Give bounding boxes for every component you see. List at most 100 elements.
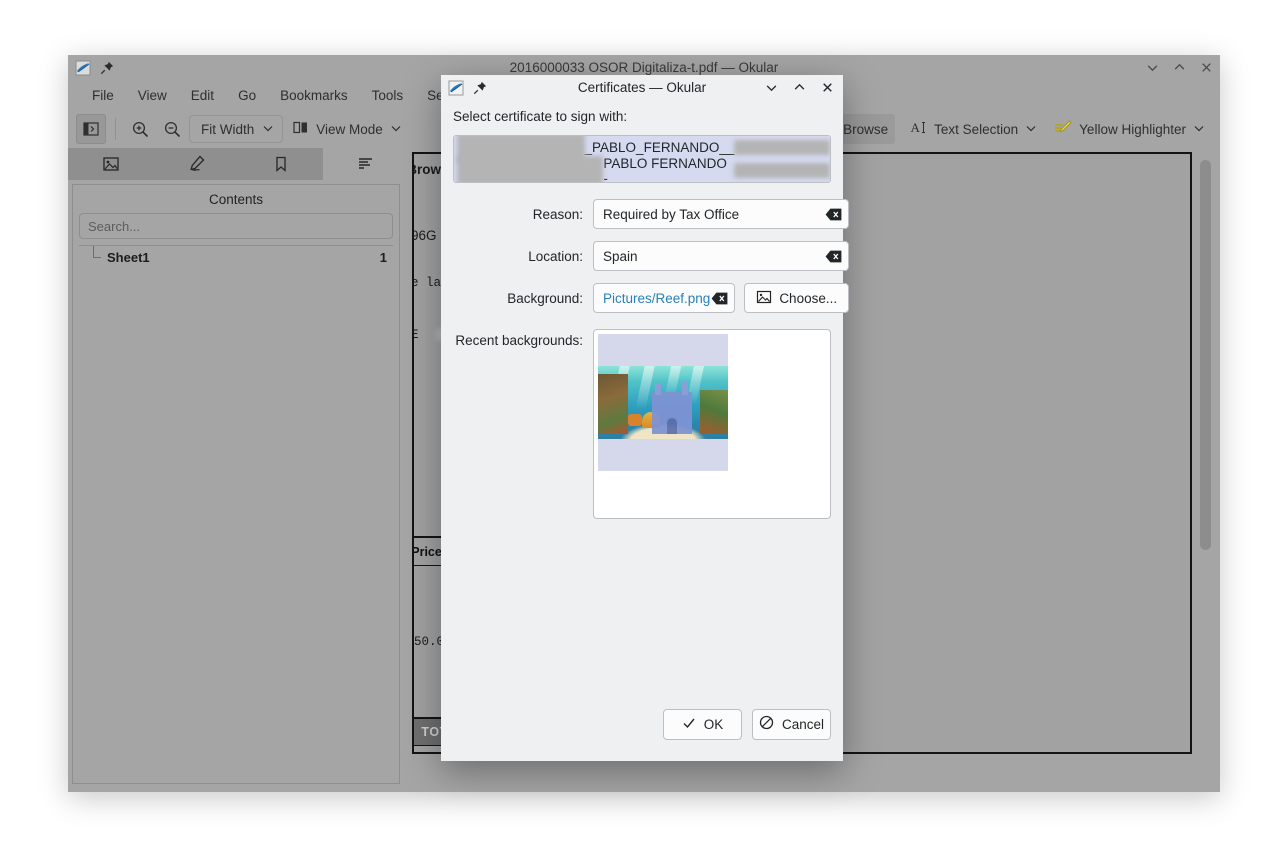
browse-label: Browse	[843, 122, 888, 137]
clear-text-icon[interactable]	[824, 206, 843, 222]
chevron-down-icon	[1193, 122, 1205, 137]
sidebar-tab-annotations[interactable]	[153, 148, 238, 180]
menu-file[interactable]: File	[80, 84, 126, 107]
svg-text:A: A	[911, 120, 921, 135]
recent-backgrounds-list[interactable]	[593, 329, 831, 519]
doc-line-iban: BE	[412, 328, 419, 342]
background-row: Pictures/Reef.png	[593, 283, 849, 313]
ok-button[interactable]: OK	[663, 709, 742, 740]
clear-text-icon[interactable]	[710, 290, 729, 306]
main-window-title: 2016000033 OSOR Digitaliza-t.pdf — Okula…	[68, 60, 1220, 75]
cancel-button-label: Cancel	[782, 717, 824, 732]
close-icon[interactable]	[819, 80, 835, 96]
reason-input[interactable]: Required by Tax Office	[593, 199, 849, 229]
sidebar-search-placeholder: Search...	[88, 219, 140, 234]
ok-button-label: OK	[704, 717, 724, 732]
recent-backgrounds-label: Recent backgrounds:	[453, 329, 583, 519]
text-selection-button[interactable]: A Text Selection	[903, 114, 1044, 144]
chevron-down-icon	[262, 122, 274, 137]
close-icon[interactable]	[1198, 60, 1214, 76]
location-value: Spain	[603, 249, 824, 264]
reef-thumbnail[interactable]	[598, 334, 728, 471]
okular-icon	[447, 79, 465, 97]
main-window-controls	[1144, 55, 1214, 80]
dialog-body: Select certificate to sign with: ███████…	[441, 100, 843, 701]
background-label: Background:	[453, 291, 583, 306]
sidebar: Contents Search... Sheet1 1	[68, 148, 408, 792]
show-sidebar-icon[interactable]	[76, 114, 106, 144]
menu-bookmarks[interactable]: Bookmarks	[268, 84, 360, 107]
maximize-icon[interactable]	[1171, 60, 1187, 76]
doc-line-taxid: 1496G	[412, 228, 437, 243]
contents-panel-title: Contents	[73, 185, 399, 213]
certificate-name: _PABLO_FERNANDO__	[585, 140, 735, 155]
choose-background-button[interactable]: Choose...	[744, 283, 849, 313]
highlighter-button[interactable]: Yellow Highlighter	[1046, 114, 1212, 144]
choose-background-label: Choose...	[779, 291, 837, 306]
minimize-icon[interactable]	[763, 80, 779, 96]
tree-item-page: 1	[380, 250, 387, 265]
select-certificate-prompt: Select certificate to sign with:	[453, 109, 831, 124]
view-mode-icon	[292, 119, 309, 139]
text-selection-icon: A	[910, 119, 927, 139]
reason-value: Required by Tax Office	[603, 207, 824, 222]
sidebar-tabbar	[68, 148, 408, 180]
background-input[interactable]: Pictures/Reef.png	[593, 283, 735, 313]
minimize-icon[interactable]	[1144, 60, 1160, 76]
zoom-out-icon[interactable]	[157, 114, 187, 144]
zoom-level-label: Fit Width	[201, 122, 254, 137]
location-input[interactable]: Spain	[593, 241, 849, 271]
signature-form: Reason: Required by Tax Office Location:…	[453, 199, 831, 313]
zoom-in-icon[interactable]	[125, 114, 155, 144]
pin-icon[interactable]	[471, 79, 489, 97]
menu-tools[interactable]: Tools	[360, 84, 416, 107]
location-label: Location:	[453, 249, 583, 264]
text-selection-label: Text Selection	[934, 122, 1018, 137]
view-mode-button[interactable]: View Mode	[285, 114, 409, 144]
menu-go[interactable]: Go	[226, 84, 268, 107]
chevron-down-icon	[390, 122, 402, 137]
zoom-level-combo[interactable]: Fit Width	[189, 115, 283, 143]
desktop-background: 2016000033 OSOR Digitaliza-t.pdf — Okula…	[0, 0, 1284, 859]
background-value: Pictures/Reef.png	[603, 291, 710, 306]
dialog-buttons: OK Cancel	[441, 701, 843, 761]
certificate-list-item[interactable]: ████████ ███████ PABLO FERNANDO - ██████…	[454, 159, 830, 182]
contents-panel: Contents Search... Sheet1 1	[72, 184, 400, 784]
tree-item-sheet1[interactable]: Sheet1 1	[79, 246, 393, 268]
certificate-name: PABLO FERNANDO -	[603, 156, 734, 184]
image-icon	[756, 289, 772, 308]
chevron-down-icon	[1025, 122, 1037, 137]
toolbar-separator-1	[115, 118, 116, 140]
browse-button[interactable]: Browse	[836, 114, 895, 144]
dialog-titlebar[interactable]: Certificates — Okular	[441, 75, 843, 100]
menu-edit[interactable]: Edit	[179, 84, 226, 107]
reef-thumbnail-image	[598, 366, 728, 439]
check-icon	[682, 716, 696, 733]
certificate-redacted-suffix: ██████████	[734, 140, 830, 155]
highlighter-icon	[1053, 119, 1072, 139]
recent-backgrounds-row: Recent backgrounds:	[453, 329, 831, 519]
certificates-dialog: Certificates — Okular Select certificate…	[441, 75, 843, 761]
menu-view[interactable]: View	[126, 84, 179, 107]
sidebar-tab-thumbnails[interactable]	[68, 148, 153, 180]
view-mode-label: View Mode	[316, 122, 383, 137]
contents-tree: Sheet1 1	[79, 245, 393, 783]
tree-item-label: Sheet1	[107, 250, 380, 265]
okular-icon	[74, 59, 92, 77]
tree-branch-icon	[89, 246, 105, 268]
dialog-window-controls	[763, 75, 835, 100]
maximize-icon[interactable]	[791, 80, 807, 96]
page-view-scrollbar[interactable]	[1196, 152, 1216, 754]
sidebar-tab-contents[interactable]	[323, 148, 408, 180]
scrollbar-thumb[interactable]	[1200, 160, 1211, 550]
certificate-list[interactable]: ████████ ███████ _PABLO_FERNANDO__ █████…	[453, 135, 831, 183]
clear-text-icon[interactable]	[824, 248, 843, 264]
pin-icon[interactable]	[98, 59, 116, 77]
certificate-redacted-suffix: ██████████	[734, 163, 830, 178]
highlighter-label: Yellow Highlighter	[1079, 122, 1186, 137]
sidebar-tab-bookmarks[interactable]	[238, 148, 323, 180]
certificate-redacted-prefix: ████████ ███████	[457, 156, 603, 184]
sidebar-search-input[interactable]: Search...	[79, 213, 393, 239]
reason-label: Reason:	[453, 207, 583, 222]
cancel-button[interactable]: Cancel	[752, 709, 831, 740]
